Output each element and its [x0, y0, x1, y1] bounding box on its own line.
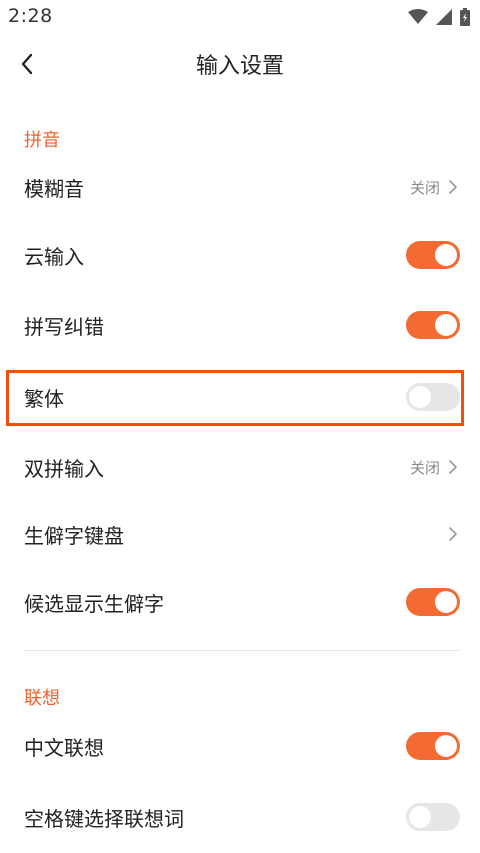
setting-label: 中文联想: [24, 735, 104, 760]
setting-show-rare[interactable]: 候选显示生僻字: [0, 567, 480, 637]
setting-rare-keyboard[interactable]: 生僻字键盘: [0, 499, 480, 569]
section-title-association: 联想: [24, 688, 60, 709]
setting-label: 云输入: [24, 244, 84, 269]
setting-spell-correction[interactable]: 拼写纠错: [0, 290, 480, 360]
spell-correction-toggle[interactable]: [406, 311, 460, 339]
setting-cloud-input[interactable]: 云输入: [0, 220, 480, 290]
chevron-right-icon: [449, 527, 457, 541]
setting-value: 关闭: [409, 178, 440, 197]
status-time: 2:28: [8, 5, 53, 27]
setting-space-select[interactable]: 空格键选择联想词: [0, 782, 480, 852]
setting-label: 拼写纠错: [24, 314, 104, 339]
setting-label: 繁体: [24, 386, 64, 411]
setting-label: 生僻字键盘: [24, 523, 124, 548]
setting-label: 候选显示生僻字: [24, 591, 164, 616]
system-icons: [408, 8, 470, 30]
space-select-toggle[interactable]: [406, 803, 460, 831]
cloud-input-toggle[interactable]: [406, 241, 460, 269]
setting-traditional[interactable]: 繁体: [0, 362, 480, 432]
section-divider: [24, 650, 460, 651]
setting-label: 双拼输入: [24, 456, 104, 481]
chevron-right-icon: [449, 460, 457, 474]
status-bar: 2:28: [0, 0, 480, 34]
setting-label: 模糊音: [24, 176, 84, 201]
wifi-icon: [408, 9, 428, 29]
setting-fuzzy-pinyin[interactable]: 模糊音 关闭: [0, 152, 480, 222]
setting-double-pinyin[interactable]: 双拼输入 关闭: [0, 432, 480, 502]
chevron-right-icon: [449, 180, 457, 194]
section-title-pinyin: 拼音: [24, 130, 60, 151]
page-title: 输入设置: [195, 54, 284, 79]
signal-icon: [436, 9, 452, 29]
setting-label: 空格键选择联想词: [24, 806, 184, 831]
chinese-association-toggle[interactable]: [406, 732, 460, 760]
setting-value: 关闭: [409, 458, 440, 477]
setting-chinese-association[interactable]: 中文联想: [0, 711, 480, 781]
show-rare-toggle[interactable]: [406, 588, 460, 616]
header: 输入设置: [0, 34, 480, 104]
battery-icon: [460, 8, 470, 30]
traditional-toggle[interactable]: [406, 383, 460, 411]
